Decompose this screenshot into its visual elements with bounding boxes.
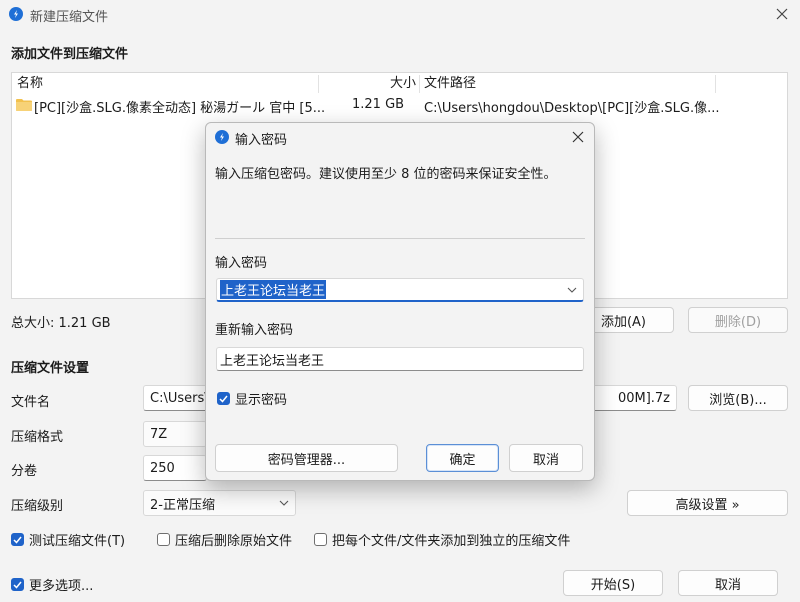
dialog-close-icon[interactable] xyxy=(568,128,588,146)
ok-button[interactable]: 确定 xyxy=(426,444,499,472)
column-header-name[interactable]: 名称 xyxy=(17,73,43,95)
settings-section-title: 压缩文件设置 xyxy=(11,361,90,376)
checkbox-checked[interactable] xyxy=(217,392,230,405)
total-size: 总大小: 1.21 GB xyxy=(11,316,111,331)
column-separator xyxy=(419,75,420,93)
dialog-app-icon xyxy=(215,130,229,144)
column-header-size[interactable]: 大小 xyxy=(390,73,416,95)
dialog-message: 输入压缩包密码。建议使用至少 8 位的密码来保证安全性。 xyxy=(215,167,557,182)
test-archive-label: 测试压缩文件(T) xyxy=(29,534,126,549)
format-select[interactable]: 7Z xyxy=(143,421,207,447)
column-separator xyxy=(318,75,319,93)
password-input[interactable]: 上老王论坛当老王 xyxy=(216,278,584,302)
delete-after-option[interactable]: 压缩后删除原始文件 xyxy=(157,530,292,549)
password-dialog: 输入密码 输入压缩包密码。建议使用至少 8 位的密码来保证安全性。 输入密码 上… xyxy=(205,122,595,481)
start-button[interactable]: 开始(S) xyxy=(563,570,663,596)
dialog-cancel-button[interactable]: 取消 xyxy=(509,444,583,472)
volume-value: 250 xyxy=(150,460,175,476)
separate-archives-label: 把每个文件/文件夹添加到独立的压缩文件 xyxy=(332,534,571,549)
app-icon xyxy=(9,7,23,21)
checkbox-unchecked[interactable] xyxy=(314,533,327,546)
more-options[interactable]: 更多选项... xyxy=(11,575,93,594)
folder-icon xyxy=(16,98,32,111)
separate-archives-option[interactable]: 把每个文件/文件夹添加到独立的压缩文件 xyxy=(314,530,570,549)
checkbox-checked[interactable] xyxy=(11,578,24,591)
format-label: 压缩格式 xyxy=(11,430,64,445)
confirm-password-input[interactable]: 上老王论坛当老王 xyxy=(216,347,584,371)
level-select[interactable]: 2-正常压缩 xyxy=(143,490,296,516)
add-section-title: 添加文件到压缩文件 xyxy=(11,47,129,62)
delete-button[interactable]: 删除(D) xyxy=(688,307,788,333)
dialog-divider xyxy=(215,238,585,239)
password-label: 输入密码 xyxy=(215,256,268,271)
file-path-cell: C:\Users\hongdou\Desktop\[PC][沙盒.SLG.像..… xyxy=(424,101,720,116)
chevron-down-icon xyxy=(279,500,289,506)
delete-after-label: 压缩后删除原始文件 xyxy=(175,534,293,549)
format-value: 7Z xyxy=(150,426,168,442)
column-separator xyxy=(715,75,716,93)
checkbox-unchecked[interactable] xyxy=(157,533,170,546)
show-password-option[interactable]: 显示密码 xyxy=(217,389,287,408)
chevron-down-icon[interactable] xyxy=(567,287,577,293)
filename-value-end: 00M].7z xyxy=(617,390,670,406)
level-label: 压缩级别 xyxy=(11,499,64,514)
table-row[interactable]: [PC][沙盒.SLG.像素全动态] 秘湯ガール 官中 [5... 1.21 G… xyxy=(12,95,787,116)
cancel-button[interactable]: 取消 xyxy=(678,570,778,596)
show-password-label: 显示密码 xyxy=(235,393,288,408)
confirm-password-value: 上老王论坛当老王 xyxy=(220,353,325,369)
file-name-cell: [PC][沙盒.SLG.像素全动态] 秘湯ガール 官中 [5... xyxy=(34,101,326,116)
file-size-cell: 1.21 GB xyxy=(352,97,405,112)
confirm-password-label: 重新输入密码 xyxy=(215,323,294,338)
filename-value-start: C:\Users\ xyxy=(150,390,209,406)
window-title: 新建压缩文件 xyxy=(30,10,109,25)
dialog-title: 输入密码 xyxy=(235,133,288,148)
checkbox-checked[interactable] xyxy=(11,533,24,546)
test-archive-option[interactable]: 测试压缩文件(T) xyxy=(11,530,125,549)
volume-input[interactable]: 250 xyxy=(143,455,207,481)
more-options-label: 更多选项... xyxy=(29,579,94,594)
browse-button[interactable]: 浏览(B)... xyxy=(688,385,788,411)
volume-label: 分卷 xyxy=(11,464,38,479)
password-value: 上老王论坛当老王 xyxy=(220,280,327,299)
window-close-icon[interactable] xyxy=(772,5,792,23)
column-header-path[interactable]: 文件路径 xyxy=(424,73,476,95)
password-manager-button[interactable]: 密码管理器... xyxy=(215,444,398,472)
level-value: 2-正常压缩 xyxy=(150,497,215,513)
filename-label: 文件名 xyxy=(11,395,51,410)
advanced-settings-button[interactable]: 高级设置 » xyxy=(627,490,788,516)
